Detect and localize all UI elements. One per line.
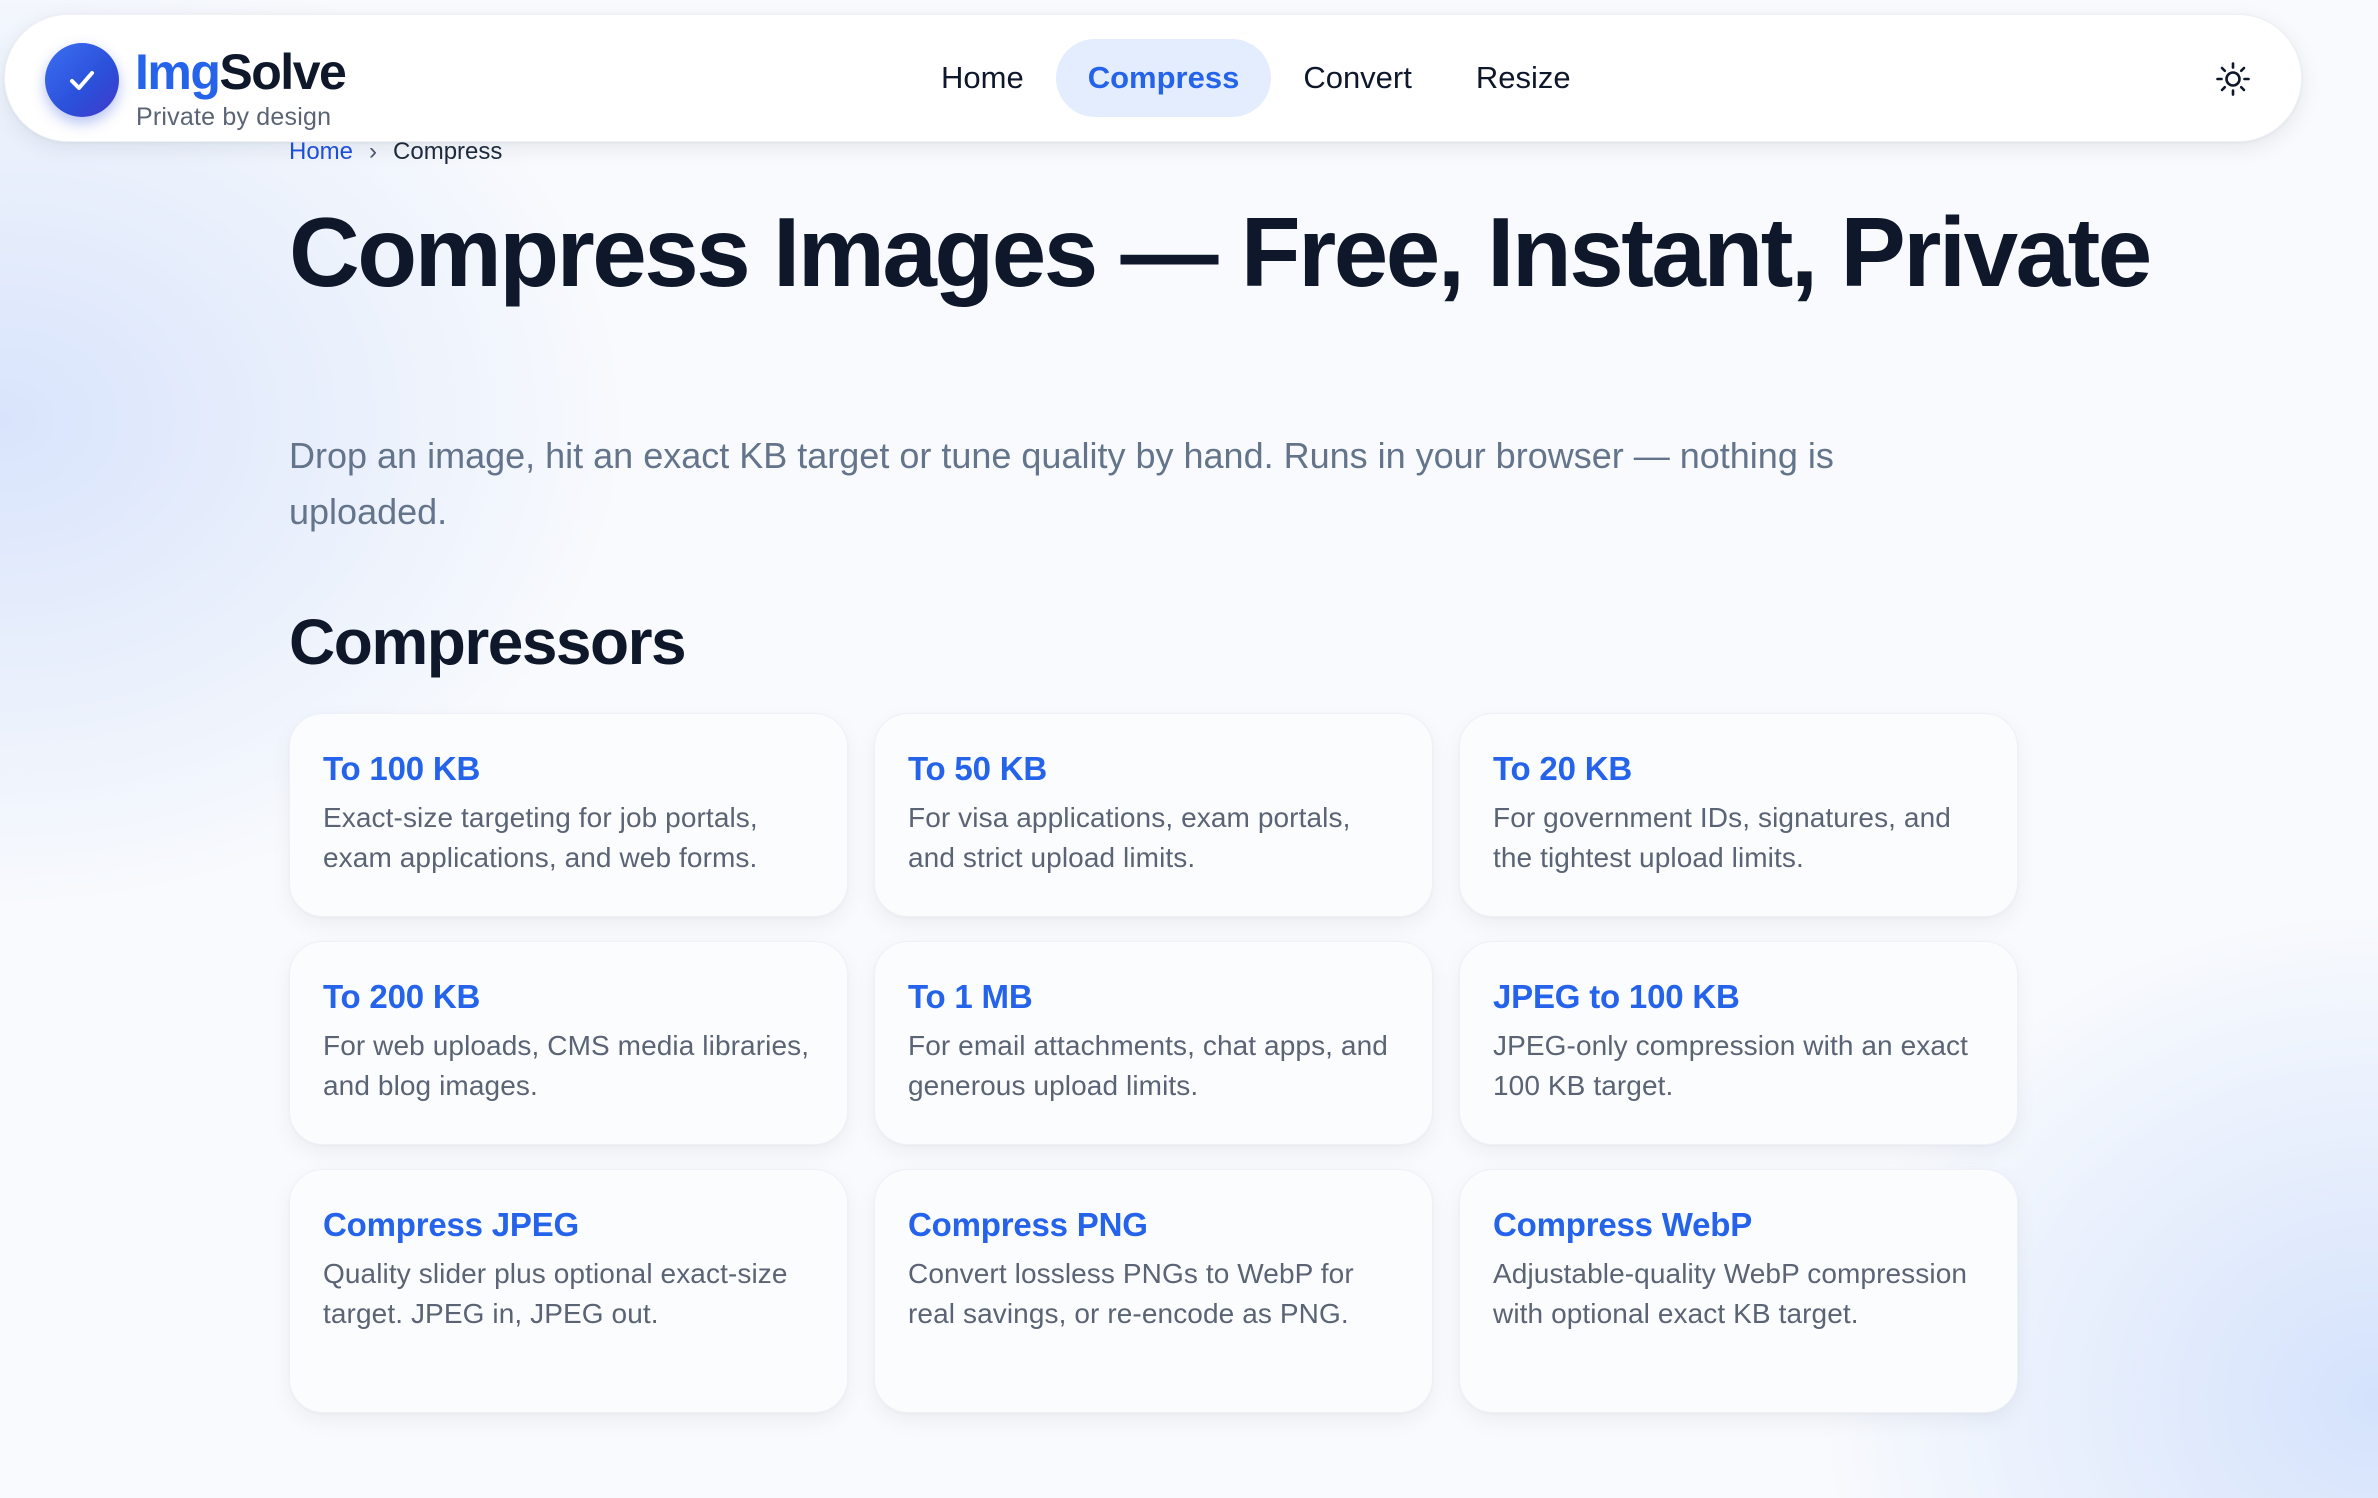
card-title: JPEG to 100 KB xyxy=(1493,978,1740,1015)
check-icon xyxy=(70,71,94,90)
compressor-card-webp[interactable]: Compress WebP Adjustable-quality WebP co… xyxy=(1459,1169,2018,1413)
card-title: To 50 KB xyxy=(908,750,1047,787)
page-subtitle: Drop an image, hit an exact KB target or… xyxy=(289,435,1834,532)
theme-toggle-button[interactable] xyxy=(2203,49,2263,109)
card-title: To 1 MB xyxy=(908,978,1033,1015)
compressor-card-50kb[interactable]: To 50 KB For visa applications, exam por… xyxy=(874,713,1433,917)
top-navbar: ImgSolve Private by design Home Compress… xyxy=(4,14,2302,142)
compressor-card-jpeg[interactable]: Compress JPEG Quality slider plus option… xyxy=(289,1169,848,1413)
compressor-card-200kb[interactable]: To 200 KB For web uploads, CMS media lib… xyxy=(289,941,848,1145)
compressor-card-png[interactable]: Compress PNG Convert lossless PNGs to We… xyxy=(874,1169,1433,1413)
compressor-card-1mb[interactable]: To 1 MB For email attachments, chat apps… xyxy=(874,941,1433,1145)
breadcrumb-separator: › xyxy=(369,138,378,165)
card-description: Exact-size targeting for job portals, ex… xyxy=(323,802,758,873)
brand-name[interactable]: ImgSolve xyxy=(135,44,347,100)
card-description: For web uploads, CMS media libraries, an… xyxy=(323,1030,810,1101)
nav-convert[interactable]: Convert xyxy=(1271,39,1444,117)
card-description: Adjustable-quality WebP compression with… xyxy=(1493,1258,1968,1329)
brand-name-part1: Img xyxy=(135,44,221,100)
nav-home[interactable]: Home xyxy=(909,39,1056,117)
card-title: Compress WebP xyxy=(1493,1206,1753,1243)
logo-badge[interactable] xyxy=(45,43,119,117)
main-nav: Home Compress Convert Resize xyxy=(909,39,1603,117)
card-description: Quality slider plus optional exact-size … xyxy=(323,1258,788,1329)
breadcrumb-home-link[interactable]: Home xyxy=(289,138,353,166)
breadcrumb: Home › Compress xyxy=(289,138,502,166)
card-title: To 200 KB xyxy=(323,978,481,1015)
card-title: Compress PNG xyxy=(908,1206,1148,1243)
card-description: For government IDs, signatures, and the … xyxy=(1493,802,1951,873)
compressor-card-jpeg-100kb[interactable]: JPEG to 100 KB JPEG-only compression wit… xyxy=(1459,941,2018,1145)
page-title: Compress Images — Free, Instant, Private xyxy=(289,197,2152,307)
card-title: To 100 KB xyxy=(323,750,481,787)
card-description: For email attachments, chat apps, and ge… xyxy=(908,1030,1388,1101)
brand-tagline: Private by design xyxy=(136,103,332,131)
nav-compress[interactable]: Compress xyxy=(1055,39,1272,117)
breadcrumb-current: Compress xyxy=(393,138,503,165)
section-title-compressors: Compressors xyxy=(289,606,687,678)
compressor-grid: To 100 KB Exact-size targeting for job p… xyxy=(289,713,2018,1413)
nav-resize[interactable]: Resize xyxy=(1444,39,1603,117)
card-title: To 20 KB xyxy=(1493,750,1632,787)
card-description: JPEG-only compression with an exact 100 … xyxy=(1493,1030,1969,1101)
card-description: For visa applications, exam portals, and… xyxy=(908,802,1351,873)
brand-name-part2: Solve xyxy=(219,44,346,100)
sun-icon xyxy=(2216,62,2250,96)
compressor-card-20kb[interactable]: To 20 KB For government IDs, signatures,… xyxy=(1459,713,2018,917)
compressor-card-100kb[interactable]: To 100 KB Exact-size targeting for job p… xyxy=(289,713,848,917)
card-title: Compress JPEG xyxy=(323,1206,580,1243)
card-description: Convert lossless PNGs to WebP for real s… xyxy=(908,1258,1354,1329)
